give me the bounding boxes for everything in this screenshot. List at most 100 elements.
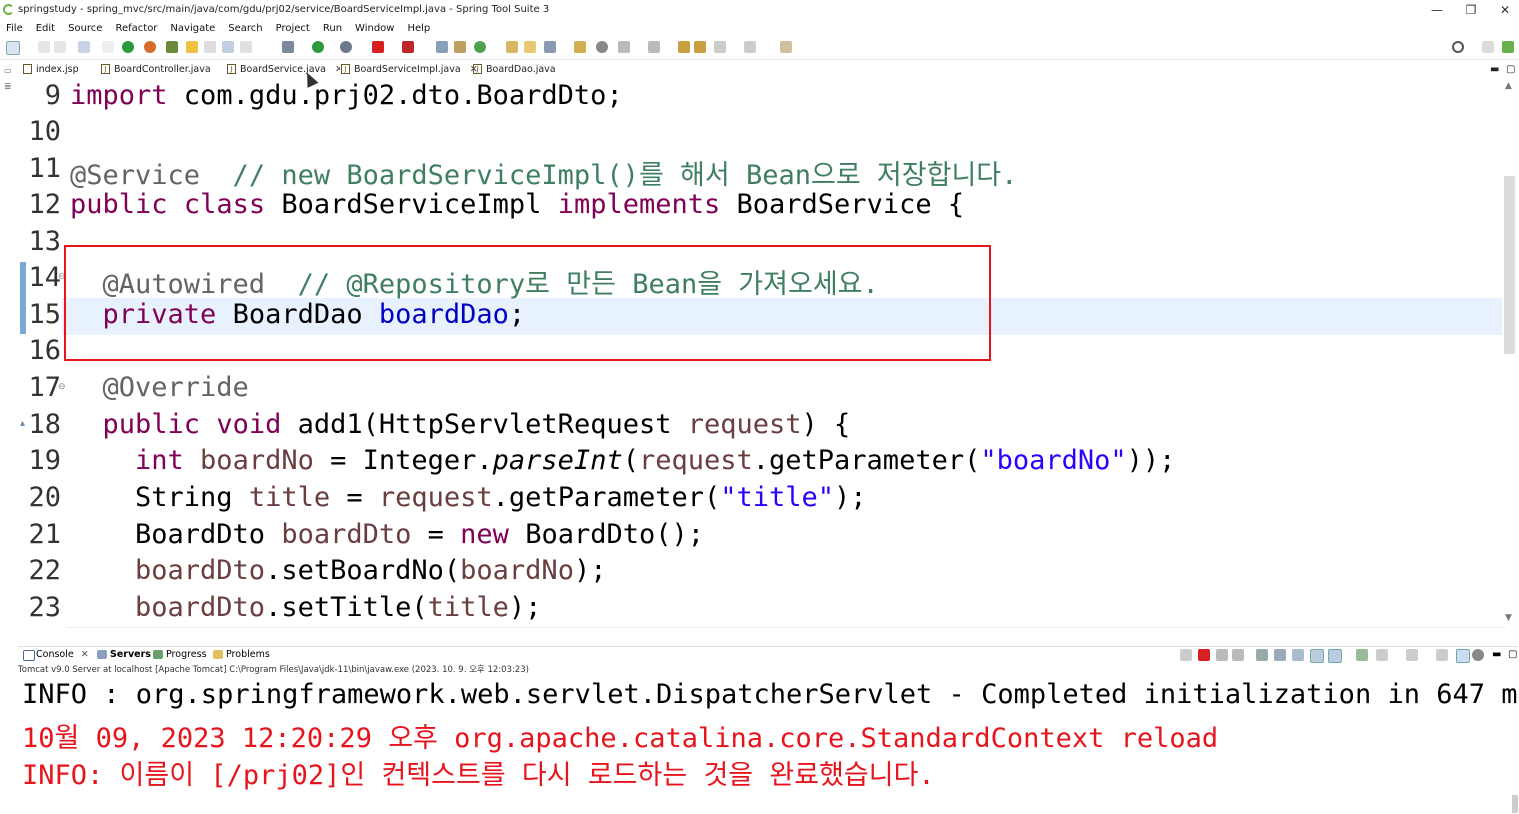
menu-search[interactable]: Search	[228, 20, 262, 37]
java-file-icon: J	[341, 64, 350, 74]
spring-icon[interactable]	[166, 41, 178, 53]
new-spring-bean-icon[interactable]	[474, 41, 486, 53]
menu-refactor[interactable]: Refactor	[115, 20, 157, 37]
tab-boardserviceimpl-java[interactable]: J BoardServiceImpl.java ✕	[340, 60, 478, 79]
scrollbar-thumb[interactable]	[1504, 176, 1515, 354]
console-scrollbar[interactable]	[1512, 795, 1518, 813]
debug-icon[interactable]	[282, 41, 294, 53]
code-line-20[interactable]: String title = request.getParameter("tit…	[70, 482, 867, 513]
new-class-icon[interactable]	[454, 41, 466, 53]
tab-boardservice-java[interactable]: J BoardService.java ✕	[226, 60, 343, 79]
show-stderr-icon[interactable]	[1310, 649, 1324, 663]
close-tab-icon[interactable]: ✕	[81, 649, 89, 660]
save-all-icon[interactable]	[54, 41, 66, 53]
refresh-icon[interactable]	[144, 41, 156, 53]
save-icon[interactable]	[38, 41, 50, 53]
globe-icon[interactable]	[596, 41, 608, 53]
variable: request	[638, 445, 753, 476]
tab-boarddao-java[interactable]: J BoardDao.java	[472, 60, 556, 79]
external-tools-icon[interactable]	[402, 41, 414, 53]
block-selection-icon[interactable]	[222, 41, 234, 53]
forward-icon[interactable]	[744, 41, 756, 53]
toggle-icon[interactable]	[204, 41, 216, 53]
menu-navigate[interactable]: Navigate	[170, 20, 215, 37]
maximize-editor-icon[interactable]: ▢	[1506, 60, 1515, 79]
next-edit-icon[interactable]	[694, 41, 706, 53]
minimize-editor-icon[interactable]: ▬	[1490, 60, 1499, 79]
annotation-icon[interactable]	[544, 41, 556, 53]
next-annotation-icon[interactable]	[618, 41, 630, 53]
view-menu-icon[interactable]: ▭	[4, 66, 12, 75]
menu-window[interactable]: Window	[355, 20, 394, 37]
minimize-button[interactable]: —	[1420, 0, 1454, 20]
open-folder-icon[interactable]	[524, 41, 536, 53]
tab-boardcontroller-java[interactable]: J BoardController.java	[100, 60, 211, 79]
code-line-23[interactable]: boardDto.setTitle(title);	[70, 592, 541, 623]
code-line-17[interactable]: @Override	[70, 372, 249, 403]
display-console-icon[interactable]	[1356, 649, 1368, 661]
code-line-21[interactable]: BoardDto boardDto = new BoardDto();	[70, 519, 704, 550]
run-icon[interactable]	[312, 41, 324, 53]
tab-problems[interactable]: Problems	[212, 647, 270, 663]
scroll-up-icon[interactable]: ▲	[1505, 81, 1512, 91]
menu-help[interactable]: Help	[407, 20, 430, 37]
minimize-view-icon[interactable]: ▬	[1492, 647, 1501, 663]
coverage-icon[interactable]	[340, 41, 352, 53]
code-line-9[interactable]: import com.gdu.prj02.dto.BoardDto;	[70, 80, 623, 111]
pin-editor-icon[interactable]	[780, 41, 792, 53]
settings-icon[interactable]	[1472, 649, 1484, 661]
menu-run[interactable]: Run	[323, 20, 342, 37]
scroll-down-icon[interactable]: ▼	[1505, 613, 1512, 623]
tab-servers[interactable]: Servers	[96, 647, 151, 663]
highlight-icon[interactable]	[186, 41, 198, 53]
code-line-19[interactable]: int boardNo = Integer.parseInt(request.g…	[70, 445, 1175, 476]
fold-icon[interactable]: ⊖	[58, 382, 66, 392]
start-server-icon[interactable]	[122, 41, 134, 53]
new-icon[interactable]	[6, 41, 20, 55]
restart-icon[interactable]	[1180, 649, 1192, 661]
print-icon[interactable]	[78, 41, 90, 53]
outline-icon[interactable]: ≣	[4, 82, 12, 92]
console-options-icon[interactable]	[1436, 649, 1448, 661]
code-line-22[interactable]: boardDto.setBoardNo(boardNo);	[70, 555, 606, 586]
pin-console-icon[interactable]	[1328, 649, 1342, 663]
skip-breakpoints-icon[interactable]	[102, 41, 114, 53]
tab-index-jsp[interactable]: index.jsp	[22, 60, 79, 79]
editor-horizontal-scrollbar[interactable]	[66, 627, 1506, 638]
word-wrap-icon[interactable]	[1274, 649, 1286, 661]
remove-launch-icon[interactable]	[1216, 649, 1228, 661]
search-toolbar-icon[interactable]	[574, 41, 586, 53]
open-type-icon[interactable]	[506, 41, 518, 53]
code-line-12[interactable]: public class BoardServiceImpl implements…	[70, 189, 964, 220]
code-line-18[interactable]: public void add1(HttpServletRequest requ…	[70, 409, 851, 440]
back-icon[interactable]	[714, 41, 726, 53]
search-icon[interactable]	[1452, 41, 1464, 53]
menu-project[interactable]: Project	[276, 20, 310, 37]
new-java-package-icon[interactable]	[436, 41, 448, 53]
open-perspective-icon[interactable]	[1482, 41, 1494, 53]
restore-button[interactable]: ❐	[1454, 0, 1488, 20]
remove-all-icon[interactable]	[1232, 649, 1244, 661]
menu-edit[interactable]: Edit	[36, 20, 55, 37]
previous-annotation-icon[interactable]	[648, 41, 660, 53]
new-console-icon[interactable]	[1406, 649, 1418, 661]
maximize-view-icon[interactable]: ▢	[1508, 647, 1517, 663]
spring-perspective-icon[interactable]	[1502, 41, 1514, 53]
open-console-icon[interactable]	[1376, 649, 1388, 661]
show-stdout-icon[interactable]	[1292, 649, 1304, 661]
close-window-button[interactable]: ✕	[1488, 0, 1519, 20]
tab-progress[interactable]: Progress	[152, 647, 207, 663]
menu-file[interactable]: File	[6, 20, 23, 37]
code-text: com.gdu.prj02.dto.BoardDto;	[167, 80, 623, 111]
terminate-icon[interactable]	[1198, 649, 1210, 661]
tab-console[interactable]: Console ✕	[22, 647, 89, 663]
show-whitespace-icon[interactable]	[240, 41, 252, 53]
code-line-11[interactable]: @Service // new BoardServiceImpl()를 해서 B…	[70, 153, 1017, 192]
editor-vertical-scrollbar[interactable]: ▲ ▼	[1502, 79, 1518, 627]
menu-source[interactable]: Source	[68, 20, 102, 37]
link-icon[interactable]	[1456, 649, 1470, 663]
last-edit-icon[interactable]	[678, 41, 690, 53]
stop-icon[interactable]	[372, 41, 384, 53]
progress-icon	[153, 650, 163, 659]
scroll-lock-icon[interactable]	[1256, 649, 1268, 661]
